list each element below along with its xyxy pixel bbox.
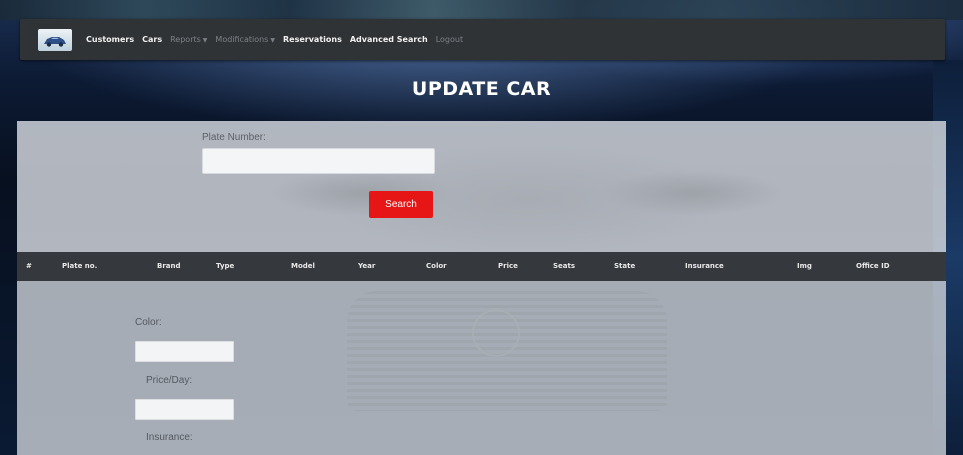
caret-down-icon: ▼: [202, 37, 208, 44]
column-header-seats: Seats: [553, 262, 576, 270]
nav-links: Customers Cars Reports ▼ Modifications ▼ R…: [86, 35, 463, 44]
column-header-index: #: [26, 262, 32, 270]
color-input[interactable]: [135, 341, 234, 362]
column-header-state: State: [614, 262, 636, 270]
column-header-type: Type: [216, 262, 235, 270]
nav-reports[interactable]: Reports ▼: [170, 35, 207, 44]
car-logo-icon: [44, 36, 66, 47]
nav-logout[interactable]: Logout: [436, 35, 463, 44]
nav-modifications-label: Modifications: [215, 35, 269, 44]
nav-reports-label: Reports: [170, 35, 201, 44]
plate-number-input[interactable]: [202, 148, 435, 174]
nav-modifications[interactable]: Modifications ▼: [215, 35, 275, 44]
top-navbar: Customers Cars Reports ▼ Modifications ▼ R…: [20, 19, 945, 60]
car-emblem-background: [472, 309, 520, 357]
nav-cars[interactable]: Cars: [142, 35, 162, 44]
cars-table-header: # Plate no. Brand Type Model Year Color …: [17, 252, 946, 281]
column-header-insurance: Insurance: [685, 262, 724, 270]
column-header-brand: Brand: [157, 262, 181, 270]
background-scenery: [0, 0, 963, 20]
search-button[interactable]: Search: [369, 191, 433, 218]
search-panel: Plate Number: Search: [17, 121, 946, 252]
column-header-year: Year: [358, 262, 376, 270]
update-form-panel: Color: Price/Day: Insurance:: [17, 281, 946, 455]
column-header-office-id: Office ID: [856, 262, 890, 270]
price-per-day-input[interactable]: [135, 399, 234, 420]
column-header-color: Color: [426, 262, 447, 270]
nav-customers[interactable]: Customers: [86, 35, 134, 44]
column-header-model: Model: [291, 262, 315, 270]
nav-advanced-search[interactable]: Advanced Search: [350, 35, 428, 44]
price-per-day-label: Price/Day:: [146, 375, 193, 386]
caret-down-icon: ▼: [270, 37, 275, 44]
plate-number-label: Plate Number:: [202, 132, 266, 143]
page-title: UPDATE CAR: [411, 78, 552, 100]
column-header-plate: Plate no.: [62, 262, 98, 270]
column-header-img: Img: [797, 262, 812, 270]
color-label: Color:: [135, 317, 162, 328]
insurance-label: Insurance:: [146, 432, 193, 443]
column-header-price: Price: [498, 262, 518, 270]
brand-logo[interactable]: [38, 28, 72, 51]
car-background-image: [197, 121, 857, 252]
nav-reservations[interactable]: Reservations: [283, 35, 342, 44]
